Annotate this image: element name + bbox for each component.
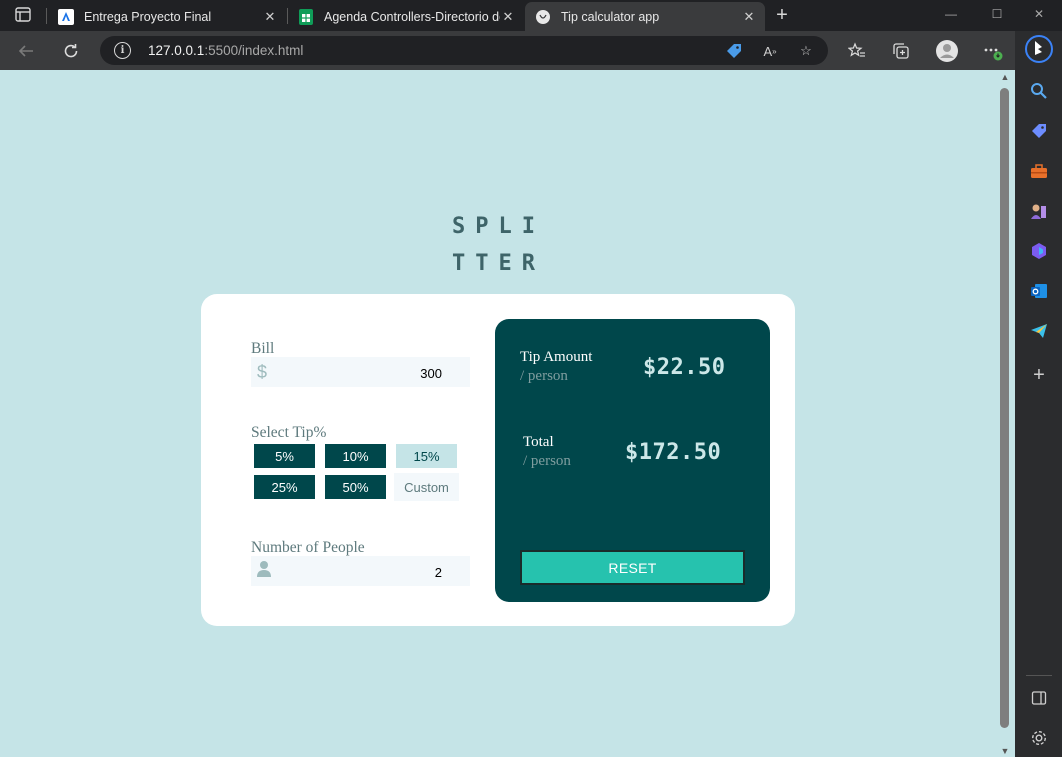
tab-title: Agenda Controllers-Directorio de xyxy=(324,9,500,24)
tab-entrega[interactable]: Entrega Proyecto Final ✕ xyxy=(48,2,286,31)
tab-actions-button[interactable] xyxy=(8,5,38,25)
tip-5-button[interactable]: 5% xyxy=(254,444,315,468)
avatar xyxy=(936,40,958,62)
back-button[interactable] xyxy=(13,38,39,64)
bill-label: Bill xyxy=(251,340,275,357)
people-label: Number of People xyxy=(251,539,365,556)
url-host: 127.0.0.1 xyxy=(148,43,205,58)
people-value: 2 xyxy=(434,565,442,580)
bill-input[interactable]: $ 300 xyxy=(251,357,470,387)
read-aloud-icon[interactable]: A» xyxy=(760,41,780,61)
scroll-up-icon[interactable]: ▲ xyxy=(999,72,1011,82)
refresh-icon xyxy=(64,44,78,58)
add-icon[interactable]: + xyxy=(1028,364,1050,386)
close-icon[interactable]: ✕ xyxy=(741,9,757,25)
games-icon[interactable] xyxy=(1028,200,1050,222)
add-favorite-icon[interactable]: ☆ xyxy=(796,41,816,61)
dollar-icon: $ xyxy=(257,362,268,382)
logo-line-1: SPLI xyxy=(452,214,545,239)
favorites-button[interactable] xyxy=(844,38,870,64)
page-favicon-icon xyxy=(535,9,551,25)
url-text[interactable]: 127.0.0.1:5500/index.html xyxy=(148,43,303,58)
search-icon[interactable] xyxy=(1028,80,1050,102)
copilot-bing-icon[interactable] xyxy=(1025,35,1053,63)
reset-button[interactable]: RESET xyxy=(520,550,745,585)
total-label: Total xyxy=(523,434,554,450)
bill-value: 300 xyxy=(420,366,442,381)
scrollbar-thumb[interactable] xyxy=(1000,88,1009,728)
select-tip-label: Select Tip% xyxy=(251,424,327,441)
custom-tip-input[interactable]: Custom xyxy=(394,473,459,501)
collections-icon xyxy=(893,43,909,59)
total-per-person-label: / person xyxy=(523,453,571,469)
tip-50-button[interactable]: 50% xyxy=(325,475,386,499)
sheets-favicon-icon xyxy=(298,8,314,25)
collections-button[interactable] xyxy=(888,38,914,64)
back-arrow-icon xyxy=(18,45,33,57)
site-info-icon[interactable]: i xyxy=(114,42,131,59)
logo-line-2: TTER xyxy=(452,251,545,276)
maximize-button[interactable]: ☐ xyxy=(974,0,1020,28)
outlook-icon[interactable] xyxy=(1028,280,1050,302)
more-options-button[interactable] xyxy=(980,38,1006,64)
tip-10-button[interactable]: 10% xyxy=(325,444,386,468)
person-icon xyxy=(257,560,271,583)
more-dots-icon xyxy=(984,48,1003,61)
close-icon[interactable]: ✕ xyxy=(262,9,278,25)
results-panel: Tip Amount / person $22.50 Total / perso… xyxy=(495,319,770,602)
tab-title: Tip calculator app xyxy=(561,9,660,24)
browser-toolbar: i 127.0.0.1:5500/index.html A» ☆ xyxy=(0,31,1015,70)
sidebar-divider xyxy=(1026,675,1052,676)
refresh-button[interactable] xyxy=(58,38,84,64)
close-icon[interactable]: ✕ xyxy=(500,9,516,25)
toolbox-icon[interactable] xyxy=(1028,160,1050,182)
split-screen-icon[interactable] xyxy=(1028,687,1050,709)
tab-tip-calculator[interactable]: Tip calculator app ✕ xyxy=(525,2,765,31)
page-viewport: SPLI TTER Bill $ 300 Select Tip% 5% 10% … xyxy=(0,70,997,757)
shopping-tag-icon[interactable] xyxy=(1028,120,1050,142)
settings-icon[interactable] xyxy=(1028,727,1050,749)
tab-actions-icon xyxy=(15,7,31,22)
tip-amount-label: Tip Amount xyxy=(520,349,593,365)
page-scrollbar[interactable]: ▲ ▼ xyxy=(997,70,1015,757)
shopping-tag-icon[interactable] xyxy=(724,41,744,61)
tip-amount-value: $22.50 xyxy=(643,355,726,380)
tab-title: Entrega Proyecto Final xyxy=(84,9,212,24)
profile-button[interactable] xyxy=(934,38,960,64)
tab-separator xyxy=(46,8,47,24)
tip-25-button[interactable]: 25% xyxy=(254,475,315,499)
favorites-icon xyxy=(848,42,865,57)
tip-per-person-label: / person xyxy=(520,368,568,384)
telegram-icon[interactable] xyxy=(1028,320,1050,342)
close-window-button[interactable]: ✕ xyxy=(1016,0,1062,28)
edge-sidebar: + xyxy=(1015,31,1062,757)
copilot-icon[interactable] xyxy=(1028,240,1050,262)
address-bar[interactable]: i 127.0.0.1:5500/index.html A» ☆ xyxy=(100,36,828,65)
new-tab-button[interactable]: + xyxy=(770,4,794,26)
url-path: :5500/index.html xyxy=(204,43,304,58)
splitter-logo: SPLI TTER xyxy=(452,208,552,282)
minimize-button[interactable]: — xyxy=(928,0,974,28)
tip-15-button[interactable]: 15% xyxy=(396,444,457,468)
people-input[interactable]: 2 xyxy=(251,556,470,586)
tab-strip: Entrega Proyecto Final ✕ Agenda Controll… xyxy=(0,0,1062,31)
tab-agenda[interactable]: Agenda Controllers-Directorio de ✕ xyxy=(288,2,524,31)
total-amount-value: $172.50 xyxy=(625,440,722,465)
classroom-favicon-icon xyxy=(58,8,74,25)
scroll-down-icon[interactable]: ▼ xyxy=(999,746,1011,756)
